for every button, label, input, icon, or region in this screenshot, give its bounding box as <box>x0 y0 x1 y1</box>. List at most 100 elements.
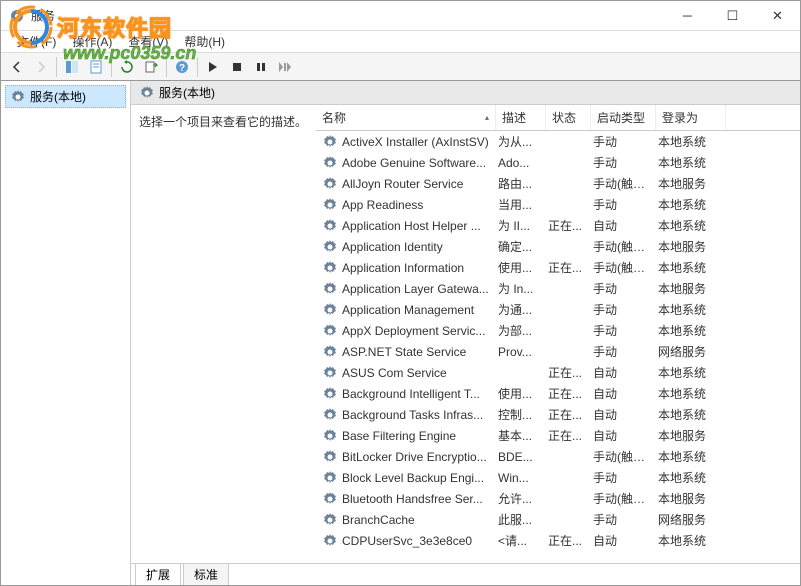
service-row[interactable]: Base Filtering Engine基本...正在...自动本地服务 <box>316 425 800 446</box>
menu-action[interactable]: 操作(A) <box>64 31 120 52</box>
svc-logon: 本地服务 <box>658 426 728 445</box>
service-row[interactable]: Background Tasks Infras...控制...正在...自动本地… <box>316 404 800 425</box>
svc-logon: 本地服务 <box>658 279 728 298</box>
toolbar: ? <box>1 53 800 81</box>
back-button[interactable] <box>6 56 28 78</box>
svc-logon: 本地系统 <box>658 300 728 319</box>
svc-name: Application Management <box>342 302 498 318</box>
titlebar: 服务 ─ ☐ ✕ <box>1 1 800 31</box>
service-icon <box>322 428 338 444</box>
svc-name: Adobe Genuine Software... <box>342 155 498 171</box>
svc-desc: 当用... <box>498 195 548 214</box>
service-row[interactable]: AppX Deployment Servic...为部...手动本地系统 <box>316 320 800 341</box>
svc-desc: 为 In... <box>498 279 548 298</box>
refresh-button[interactable] <box>116 56 138 78</box>
service-row[interactable]: Application Host Helper ...为 II...正在...自… <box>316 215 800 236</box>
service-row[interactable]: Block Level Backup Engi...Win...手动本地系统 <box>316 467 800 488</box>
gear-icon <box>10 89 26 105</box>
gear-icon <box>139 85 155 101</box>
service-icon <box>322 239 338 255</box>
service-row[interactable]: Application Information使用...正在...手动(触发..… <box>316 257 800 278</box>
svc-startup: 自动 <box>593 531 658 550</box>
properties-button[interactable] <box>85 56 107 78</box>
maximize-button[interactable]: ☐ <box>710 1 755 31</box>
column-description[interactable]: 描述 <box>496 105 546 130</box>
service-row[interactable]: Bluetooth Handsfree Ser...允许...手动(触发...本… <box>316 488 800 509</box>
service-icon <box>322 533 338 549</box>
svc-status: 正在... <box>548 384 593 403</box>
service-icon <box>322 491 338 507</box>
svc-desc: BDE... <box>498 449 548 465</box>
service-row[interactable]: ActiveX Installer (AxInstSV)为从...手动本地系统 <box>316 131 800 152</box>
description-pane: 选择一个项目来查看它的描述。 <box>131 105 316 563</box>
svc-name: App Readiness <box>342 197 498 213</box>
service-row[interactable]: Adobe Genuine Software...Ado...手动本地系统 <box>316 152 800 173</box>
svc-status <box>548 309 593 311</box>
svc-logon: 本地系统 <box>658 132 728 151</box>
svc-status: 正在... <box>548 405 593 424</box>
service-row[interactable]: Application Management为通...手动本地系统 <box>316 299 800 320</box>
svc-logon: 网络服务 <box>658 342 728 361</box>
service-row[interactable]: BitLocker Drive Encryptio...BDE...手动(触发.… <box>316 446 800 467</box>
svc-name: BitLocker Drive Encryptio... <box>342 449 498 465</box>
svc-desc: 使用... <box>498 384 548 403</box>
svc-status <box>548 330 593 332</box>
stop-service-button[interactable] <box>226 56 248 78</box>
svc-name: AppX Deployment Servic... <box>342 323 498 339</box>
service-icon <box>322 302 338 318</box>
service-row[interactable]: CDPUserSvc_3e3e8ce0<请...正在...自动本地系统 <box>316 530 800 551</box>
svc-name: Block Level Backup Engi... <box>342 470 498 486</box>
svc-logon: 本地系统 <box>658 447 728 466</box>
svc-logon: 本地系统 <box>658 195 728 214</box>
sort-indicator-icon: ▴ <box>485 113 489 122</box>
svc-logon: 本地系统 <box>658 405 728 424</box>
service-row[interactable]: App Readiness当用...手动本地系统 <box>316 194 800 215</box>
svc-status <box>548 498 593 500</box>
svc-name: Application Host Helper ... <box>342 218 498 234</box>
tab-extended[interactable]: 扩展 <box>135 563 181 585</box>
svc-logon: 本地服务 <box>658 174 728 193</box>
svg-text:?: ? <box>179 63 185 74</box>
services-list[interactable]: 名称▴ 描述 状态 启动类型 登录为 ActiveX Installer (Ax… <box>316 105 800 563</box>
svc-status <box>548 204 593 206</box>
menu-file[interactable]: 文件(F) <box>9 31 64 52</box>
service-icon <box>322 470 338 486</box>
forward-button[interactable] <box>30 56 52 78</box>
svc-startup: 手动(触发... <box>593 489 658 508</box>
svc-desc: 为部... <box>498 321 548 340</box>
column-startup[interactable]: 启动类型 <box>591 105 656 130</box>
svc-desc: 此服... <box>498 510 548 529</box>
tree-root-services[interactable]: 服务(本地) <box>5 85 126 108</box>
service-icon <box>322 449 338 465</box>
start-service-button[interactable] <box>202 56 224 78</box>
service-row[interactable]: AllJoyn Router Service路由...手动(触发...本地服务 <box>316 173 800 194</box>
service-icon <box>322 365 338 381</box>
svc-status <box>548 141 593 143</box>
minimize-button[interactable]: ─ <box>665 1 710 31</box>
column-status[interactable]: 状态 <box>546 105 591 130</box>
column-name[interactable]: 名称▴ <box>316 105 496 130</box>
column-logon[interactable]: 登录为 <box>656 105 726 130</box>
close-button[interactable]: ✕ <box>755 1 800 31</box>
svc-desc: 使用... <box>498 258 548 277</box>
menu-help[interactable]: 帮助(H) <box>176 31 233 52</box>
service-row[interactable]: BranchCache此服...手动网络服务 <box>316 509 800 530</box>
export-button[interactable] <box>140 56 162 78</box>
service-row[interactable]: Application Identity确定...手动(触发...本地服务 <box>316 236 800 257</box>
show-hide-tree-button[interactable] <box>61 56 83 78</box>
restart-service-button[interactable] <box>274 56 296 78</box>
service-row[interactable]: ASUS Com Service正在...自动本地系统 <box>316 362 800 383</box>
service-icon <box>322 386 338 402</box>
svc-desc: Ado... <box>498 155 548 171</box>
service-row[interactable]: Application Layer Gatewa...为 In...手动本地服务 <box>316 278 800 299</box>
tab-standard[interactable]: 标准 <box>183 563 229 585</box>
svc-logon: 本地系统 <box>658 153 728 172</box>
help-button[interactable]: ? <box>171 56 193 78</box>
service-row[interactable]: Background Intelligent T...使用...正在...自动本… <box>316 383 800 404</box>
svc-status: 正在... <box>548 363 593 382</box>
menu-view[interactable]: 查看(V) <box>120 31 176 52</box>
pause-service-button[interactable] <box>250 56 272 78</box>
service-row[interactable]: ASP.NET State ServiceProv...手动网络服务 <box>316 341 800 362</box>
svc-desc: 路由... <box>498 174 548 193</box>
svc-logon: 本地系统 <box>658 468 728 487</box>
